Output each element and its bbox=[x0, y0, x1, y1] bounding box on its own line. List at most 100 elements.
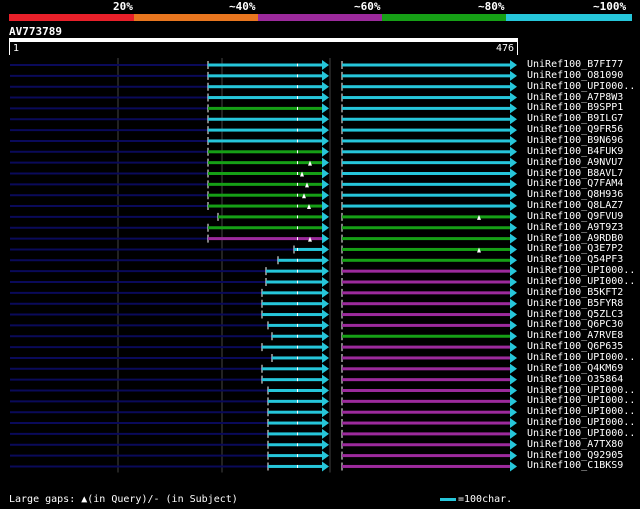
hsp-segment[interactable] bbox=[262, 291, 322, 295]
hsp-segment[interactable] bbox=[208, 96, 322, 100]
hit-label[interactable]: UniRef100_B9ILG7 bbox=[527, 113, 623, 124]
hit-label[interactable]: UniRef100_B5KFT2 bbox=[527, 287, 623, 298]
hit-label[interactable]: UniRef100_UPI000.. bbox=[527, 352, 635, 363]
hsp-segment[interactable] bbox=[268, 421, 322, 425]
hit-label[interactable]: UniRef100_A7RVE8 bbox=[527, 330, 623, 341]
hit-label[interactable]: UniRef100_B8AVL7 bbox=[527, 168, 623, 179]
hit-label[interactable]: UniRef100_UPI000.. bbox=[527, 406, 635, 417]
hsp-segment[interactable] bbox=[342, 117, 510, 121]
hit-label[interactable]: UniRef100_UPI000.. bbox=[527, 265, 635, 276]
hsp-segment[interactable] bbox=[278, 258, 322, 262]
hsp-segment[interactable] bbox=[342, 85, 510, 89]
hsp-segment[interactable] bbox=[294, 247, 322, 251]
hit-label[interactable]: UniRef100_Q7FAM4 bbox=[527, 178, 623, 189]
hit-label[interactable]: UniRef100_Q6PC30 bbox=[527, 319, 623, 330]
hsp-segment[interactable] bbox=[218, 215, 322, 219]
hit-label[interactable]: UniRef100_O35864 bbox=[527, 374, 623, 385]
hit-label[interactable]: UniRef100_Q9FR56 bbox=[527, 124, 623, 135]
hsp-segment[interactable] bbox=[342, 96, 510, 100]
hit-label[interactable]: UniRef100_Q54PF3 bbox=[527, 254, 623, 265]
hsp-segment[interactable] bbox=[342, 464, 510, 468]
hsp-segment[interactable] bbox=[342, 247, 510, 251]
hsp-segment[interactable] bbox=[342, 172, 510, 175]
hsp-segment[interactable] bbox=[208, 85, 322, 89]
hsp-segment[interactable] bbox=[342, 161, 510, 165]
hsp-segment[interactable] bbox=[262, 367, 322, 371]
hit-label[interactable]: UniRef100_B9N696 bbox=[527, 135, 623, 146]
hit-label[interactable]: UniRef100_A9RDB0 bbox=[527, 233, 623, 244]
hsp-segment[interactable] bbox=[342, 269, 510, 273]
hsp-segment[interactable] bbox=[342, 139, 510, 143]
hsp-segment[interactable] bbox=[208, 172, 322, 175]
hsp-segment[interactable] bbox=[342, 389, 510, 392]
hit-label[interactable]: UniRef100_Q3E7P2 bbox=[527, 243, 623, 254]
hsp-segment[interactable] bbox=[342, 63, 510, 67]
hsp-segment[interactable] bbox=[268, 399, 322, 403]
hsp-segment[interactable] bbox=[268, 323, 322, 327]
hsp-segment[interactable] bbox=[208, 117, 322, 121]
hsp-segment[interactable] bbox=[262, 313, 322, 317]
hit-label[interactable]: UniRef100_UPI000.. bbox=[527, 417, 635, 428]
hit-label[interactable]: UniRef100_Q92905 bbox=[527, 450, 623, 461]
hit-label[interactable]: UniRef100_B7FI77 bbox=[527, 59, 623, 70]
hit-label[interactable]: UniRef100_A7TX80 bbox=[527, 439, 623, 450]
hsp-segment[interactable] bbox=[342, 302, 510, 306]
hit-label[interactable]: UniRef100_B4FUK9 bbox=[527, 146, 623, 157]
hsp-segment[interactable] bbox=[266, 280, 322, 284]
hsp-segment[interactable] bbox=[268, 389, 322, 392]
hit-label[interactable]: UniRef100_UPI000.. bbox=[527, 428, 635, 439]
hsp-segment[interactable] bbox=[208, 63, 322, 67]
hsp-segment[interactable] bbox=[268, 443, 322, 447]
hit-label[interactable]: UniRef100_C1BKS9 bbox=[527, 460, 623, 471]
hsp-segment[interactable] bbox=[342, 291, 510, 295]
hsp-segment[interactable] bbox=[342, 226, 510, 230]
hsp-segment[interactable] bbox=[342, 237, 510, 241]
hsp-segment[interactable] bbox=[208, 182, 322, 186]
hit-label[interactable]: UniRef100_A9T9Z3 bbox=[527, 222, 623, 233]
hsp-segment[interactable] bbox=[342, 432, 510, 436]
hsp-segment[interactable] bbox=[342, 128, 510, 132]
hsp-segment[interactable] bbox=[208, 139, 322, 143]
hsp-segment[interactable] bbox=[342, 443, 510, 447]
hit-label[interactable]: UniRef100_Q5ZLC3 bbox=[527, 309, 623, 320]
hit-label[interactable]: UniRef100_Q9FVU9 bbox=[527, 211, 623, 222]
hsp-segment[interactable] bbox=[342, 410, 510, 414]
hsp-segment[interactable] bbox=[342, 421, 510, 425]
hsp-segment[interactable] bbox=[208, 74, 322, 78]
hsp-segment[interactable] bbox=[208, 161, 322, 165]
hsp-segment[interactable] bbox=[208, 226, 322, 230]
hsp-segment[interactable] bbox=[342, 204, 510, 208]
hsp-segment[interactable] bbox=[342, 454, 510, 458]
hsp-segment[interactable] bbox=[342, 334, 510, 338]
hsp-segment[interactable] bbox=[342, 280, 510, 284]
hit-label[interactable]: UniRef100_Q6P635 bbox=[527, 341, 623, 352]
hsp-segment[interactable] bbox=[342, 182, 510, 186]
hsp-segment[interactable] bbox=[208, 204, 322, 208]
hsp-segment[interactable] bbox=[208, 128, 322, 132]
hsp-segment[interactable] bbox=[208, 106, 322, 110]
hsp-segment[interactable] bbox=[268, 454, 322, 458]
hsp-segment[interactable] bbox=[342, 399, 510, 403]
hsp-segment[interactable] bbox=[342, 313, 510, 317]
hit-label[interactable]: UniRef100_UPI000.. bbox=[527, 81, 635, 92]
hit-label[interactable]: UniRef100_B9SPP1 bbox=[527, 102, 623, 113]
hsp-segment[interactable] bbox=[342, 378, 510, 382]
hsp-segment[interactable] bbox=[342, 258, 510, 262]
hit-label[interactable]: UniRef100_O81090 bbox=[527, 70, 623, 81]
hsp-segment[interactable] bbox=[342, 367, 510, 371]
hit-label[interactable]: UniRef100_Q8LAZ7 bbox=[527, 200, 623, 211]
hsp-segment[interactable] bbox=[342, 356, 510, 360]
hsp-segment[interactable] bbox=[268, 410, 322, 414]
hit-label[interactable]: UniRef100_UPI000.. bbox=[527, 276, 635, 287]
hsp-segment[interactable] bbox=[262, 302, 322, 306]
hit-label[interactable]: UniRef100_Q8H936 bbox=[527, 189, 623, 200]
hit-label[interactable]: UniRef100_UPI000.. bbox=[527, 385, 635, 396]
hsp-segment[interactable] bbox=[262, 345, 322, 349]
hsp-segment[interactable] bbox=[268, 464, 322, 468]
hsp-segment[interactable] bbox=[266, 269, 322, 273]
hsp-segment[interactable] bbox=[268, 432, 322, 436]
hsp-segment[interactable] bbox=[342, 74, 510, 78]
hit-label[interactable]: UniRef100_UPI000.. bbox=[527, 395, 635, 406]
hit-label[interactable]: UniRef100_A7P8W3 bbox=[527, 92, 623, 103]
hit-label[interactable]: UniRef100_B5FYR8 bbox=[527, 298, 623, 309]
